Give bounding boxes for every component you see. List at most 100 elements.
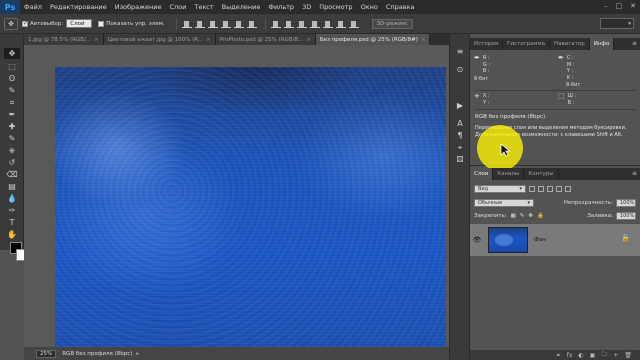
align-bottom-icon[interactable] xyxy=(207,19,218,28)
chevron-down-icon: ▾ xyxy=(527,200,530,206)
zoom-level-field[interactable]: 25% xyxy=(36,349,57,358)
pen-icon[interactable]: ✑ xyxy=(4,205,20,216)
eyedropper-icon[interactable]: ✒ xyxy=(4,109,20,120)
autoselect-dropdown[interactable]: Слой xyxy=(66,19,93,28)
autoselect-checkbox[interactable] xyxy=(22,20,28,27)
3d-panel-icon[interactable]: ⚄ xyxy=(454,154,466,165)
blur-icon[interactable]: 💧 xyxy=(4,193,20,204)
adjustment-layer-icon[interactable]: ◐ xyxy=(578,352,583,359)
menu-layers[interactable]: Слои xyxy=(165,3,190,11)
actions-panel-icon[interactable]: ▶ xyxy=(454,100,466,111)
lock-transparency-icon[interactable]: ▦ xyxy=(511,213,516,219)
close-window-button[interactable]: ✕ xyxy=(630,2,636,10)
lock-all-icon[interactable]: 🔒 xyxy=(537,213,544,219)
filter-pixel-icon[interactable] xyxy=(529,186,535,192)
document-canvas[interactable] xyxy=(55,67,446,347)
maximize-button[interactable]: □ xyxy=(616,2,623,10)
character-panel-icon[interactable]: A xyxy=(454,118,466,129)
tab-navigator[interactable]: Навигатор xyxy=(550,38,590,50)
align-vcenter-icon[interactable] xyxy=(194,19,205,28)
layer-row-background[interactable]: 👁 Фон 🔒 xyxy=(470,224,640,256)
panel-menu-icon[interactable]: ≡ xyxy=(632,40,637,47)
hand-icon[interactable]: ✋ xyxy=(4,229,20,240)
filter-adjustment-icon[interactable] xyxy=(538,186,544,192)
menu-type[interactable]: Текст xyxy=(190,3,217,11)
tab-prophoto[interactable]: ProPhoto.psd @ 25% (RGB/8... × xyxy=(215,34,316,45)
distribute-left-icon[interactable] xyxy=(309,19,320,28)
tab-info[interactable]: Инфо xyxy=(589,38,615,50)
layer-mask-icon[interactable]: ▣ xyxy=(590,352,596,359)
lasso-icon[interactable]: ʘ xyxy=(4,73,20,84)
close-tab-icon[interactable]: × xyxy=(421,37,426,43)
panel-menu-icon[interactable]: ≡ xyxy=(632,170,637,177)
menu-3d[interactable]: 3D xyxy=(298,3,315,11)
filter-type-icon[interactable] xyxy=(547,186,553,192)
menu-image[interactable]: Изображение xyxy=(111,3,166,11)
new-layer-icon[interactable]: + xyxy=(613,352,618,359)
visibility-eye-icon[interactable]: 👁 xyxy=(470,236,484,244)
crop-icon[interactable]: ⌗ xyxy=(4,97,20,108)
marquee-icon[interactable]: ⬚ xyxy=(4,61,20,72)
filter-shape-icon[interactable] xyxy=(556,186,562,192)
menu-edit[interactable]: Редактирование xyxy=(46,3,111,11)
layer-style-icon[interactable]: fx xyxy=(567,352,573,359)
auto-align-icon[interactable] xyxy=(348,19,359,28)
layer-name[interactable]: Фон xyxy=(534,237,546,243)
tab-color-spaces[interactable]: Цветовой ажаат.jpg @ 100% (R... × xyxy=(103,34,216,45)
tab-histogram[interactable]: Гистограмма xyxy=(503,38,551,50)
eraser-icon[interactable]: ⌫ xyxy=(4,169,20,180)
opacity-field[interactable]: 100% xyxy=(616,199,636,207)
menu-filter[interactable]: Фильтр xyxy=(264,3,298,11)
filter-smart-object-icon[interactable] xyxy=(565,186,571,192)
tab-channels[interactable]: Каналы xyxy=(493,168,525,180)
close-tab-icon[interactable]: × xyxy=(206,37,211,43)
blend-mode-dropdown[interactable]: Обычные ▾ xyxy=(474,199,534,207)
type-icon[interactable]: T xyxy=(4,217,20,228)
tab-1jpg[interactable]: 1.jpg @ 78,5% (RGB/... × xyxy=(24,34,104,45)
minimize-button[interactable]: – xyxy=(604,2,608,10)
layer-filter-dropdown[interactable]: Вид ▾ xyxy=(474,185,526,193)
distribute-top-icon[interactable] xyxy=(270,19,281,28)
distribute-vcenter-icon[interactable] xyxy=(283,19,294,28)
tab-no-profile[interactable]: Без профиля.psd @ 25% (RGB/8#) × xyxy=(315,34,431,45)
align-top-icon[interactable] xyxy=(181,19,192,28)
menu-view[interactable]: Просмотр xyxy=(315,3,356,11)
history-panel-icon[interactable]: ≡ xyxy=(454,46,466,57)
quick-select-icon[interactable]: ✎ xyxy=(4,85,20,96)
align-right-icon[interactable] xyxy=(246,19,257,28)
menu-file[interactable]: Файл xyxy=(20,3,46,11)
menu-select[interactable]: Выделение xyxy=(218,3,265,11)
gradient-icon[interactable]: ▤ xyxy=(4,181,20,192)
tab-label: ProPhoto.psd @ 25% (RGB/8... xyxy=(219,36,304,43)
tab-history[interactable]: История xyxy=(470,38,504,50)
adjustments-panel-icon[interactable]: ⊙ xyxy=(454,64,466,75)
close-tab-icon[interactable]: × xyxy=(306,37,311,43)
close-tab-icon[interactable]: × xyxy=(94,37,99,43)
menu-help[interactable]: Справка xyxy=(382,3,419,11)
move-tool-preset-icon[interactable]: ✥ xyxy=(4,17,18,30)
show-transform-controls-checkbox[interactable] xyxy=(98,20,105,27)
workspace-dropdown[interactable]: ▾ xyxy=(600,18,634,29)
align-left-icon[interactable] xyxy=(220,19,231,28)
tab-paths[interactable]: Контуры xyxy=(524,168,559,180)
link-layers-icon[interactable]: ⚭ xyxy=(556,352,561,359)
tab-layers[interactable]: Слои xyxy=(470,168,494,180)
healing-icon[interactable]: ✚ xyxy=(4,121,20,132)
distribute-hcenter-icon[interactable] xyxy=(322,19,333,28)
lock-pixels-icon[interactable]: ✎ xyxy=(520,213,525,219)
clone-source-panel-icon[interactable]: ⌖ xyxy=(454,142,466,153)
distribute-right-icon[interactable] xyxy=(335,19,346,28)
history-brush-icon[interactable]: ↺ xyxy=(4,157,20,168)
fill-field[interactable]: 100% xyxy=(616,212,636,220)
align-hcenter-icon[interactable] xyxy=(233,19,244,28)
status-menu-arrow-icon[interactable]: ▸ xyxy=(136,351,139,357)
move-icon[interactable]: ✥ xyxy=(4,48,20,59)
menu-window[interactable]: Окно xyxy=(357,3,382,11)
paragraph-panel-icon[interactable]: ¶ xyxy=(454,130,466,141)
delete-layer-icon[interactable]: 🗑 xyxy=(624,352,632,359)
distribute-bottom-icon[interactable] xyxy=(296,19,307,28)
lock-position-icon[interactable]: ✥ xyxy=(528,213,533,219)
brush-icon[interactable]: ✎ xyxy=(4,133,20,144)
new-group-icon[interactable]: 🗀 xyxy=(601,350,607,360)
stamp-icon[interactable]: ⎈ xyxy=(4,145,20,156)
